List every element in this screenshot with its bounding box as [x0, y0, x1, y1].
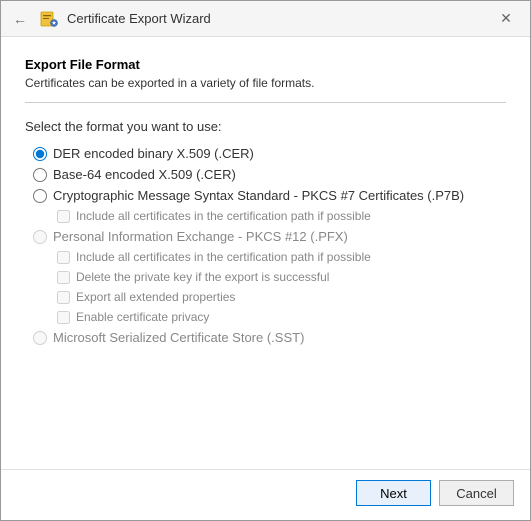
pfx-sub-include: Include all certificates in the certific… — [33, 250, 506, 264]
pfx-sub-privacy: Enable certificate privacy — [33, 310, 506, 324]
checkbox-pfx-include[interactable] — [57, 251, 70, 264]
title-bar-left: ← ★ Certificate Export Wizard — [13, 9, 211, 29]
radio-sst[interactable] — [33, 331, 47, 345]
label-pfx-privacy: Enable certificate privacy — [76, 310, 209, 324]
label-der[interactable]: DER encoded binary X.509 (.CER) — [53, 146, 254, 161]
option-base64: Base-64 encoded X.509 (.CER) — [33, 167, 506, 182]
options-list: DER encoded binary X.509 (.CER) Base-64 … — [25, 146, 506, 345]
label-base64[interactable]: Base-64 encoded X.509 (.CER) — [53, 167, 236, 182]
option-pfx: Personal Information Exchange - PKCS #12… — [33, 229, 506, 244]
cert-icon: ★ — [39, 9, 59, 29]
label-pkcs7-include: Include all certificates in the certific… — [76, 209, 371, 223]
label-pfx-delete: Delete the private key if the export is … — [76, 270, 329, 284]
radio-der[interactable] — [33, 147, 47, 161]
section-desc: Certificates can be exported in a variet… — [25, 76, 506, 90]
label-pfx[interactable]: Personal Information Exchange - PKCS #12… — [53, 229, 348, 244]
svg-text:★: ★ — [52, 20, 57, 26]
back-button[interactable]: ← — [13, 11, 27, 27]
window-title: Certificate Export Wizard — [67, 11, 211, 26]
divider — [25, 102, 506, 103]
label-sst[interactable]: Microsoft Serialized Certificate Store (… — [53, 330, 304, 345]
label-pkcs7[interactable]: Cryptographic Message Syntax Standard - … — [53, 188, 464, 203]
label-pfx-ext: Export all extended properties — [76, 290, 235, 304]
cancel-button[interactable]: Cancel — [439, 480, 514, 506]
format-question: Select the format you want to use: — [25, 119, 506, 134]
checkbox-pfx-ext[interactable] — [57, 291, 70, 304]
title-bar: ← ★ Certificate Export Wizard ✕ — [1, 1, 530, 37]
pfx-sub-ext: Export all extended properties — [33, 290, 506, 304]
radio-base64[interactable] — [33, 168, 47, 182]
main-content: Export File Format Certificates can be e… — [1, 37, 530, 469]
checkbox-pfx-privacy[interactable] — [57, 311, 70, 324]
label-pfx-include: Include all certificates in the certific… — [76, 250, 371, 264]
next-button[interactable]: Next — [356, 480, 431, 506]
pfx-sub-delete: Delete the private key if the export is … — [33, 270, 506, 284]
option-pkcs7: Cryptographic Message Syntax Standard - … — [33, 188, 506, 203]
radio-pfx[interactable] — [33, 230, 47, 244]
footer: Next Cancel — [1, 469, 530, 520]
checkbox-pkcs7-include[interactable] — [57, 210, 70, 223]
radio-pkcs7[interactable] — [33, 189, 47, 203]
pkcs7-sub-include: Include all certificates in the certific… — [33, 209, 506, 223]
option-sst: Microsoft Serialized Certificate Store (… — [33, 330, 506, 345]
section-title: Export File Format — [25, 57, 506, 72]
option-der: DER encoded binary X.509 (.CER) — [33, 146, 506, 161]
close-button[interactable]: ✕ — [494, 7, 518, 31]
wizard-window: ← ★ Certificate Export Wizard ✕ Export F… — [0, 0, 531, 521]
checkbox-pfx-delete[interactable] — [57, 271, 70, 284]
